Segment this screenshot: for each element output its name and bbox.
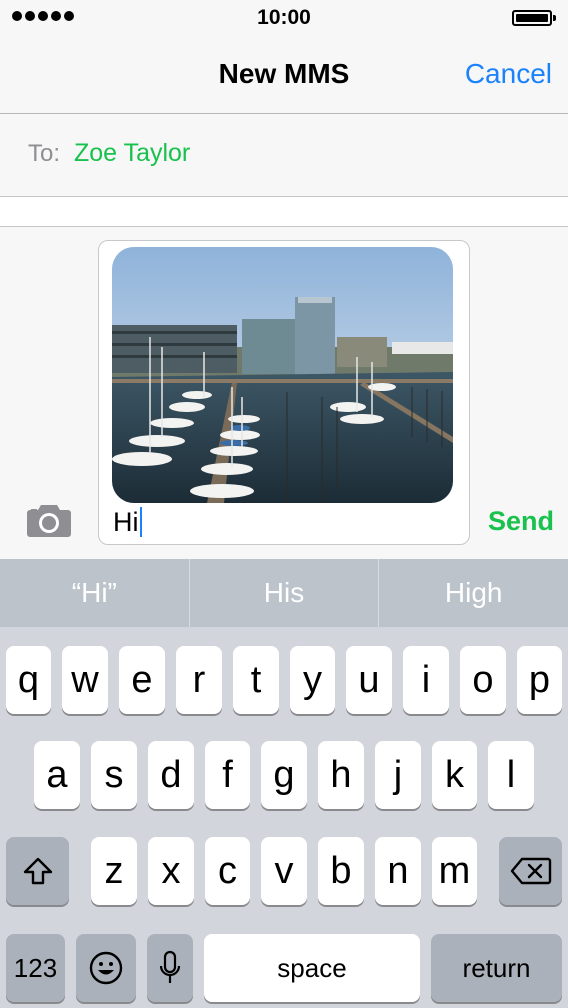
shift-key[interactable] — [6, 837, 69, 905]
key-a[interactable]: a — [34, 741, 80, 809]
key-t[interactable]: t — [233, 646, 279, 714]
key-q[interactable]: q — [6, 646, 51, 714]
return-key[interactable]: return — [431, 934, 562, 1002]
key-p[interactable]: p — [517, 646, 562, 714]
key-j[interactable]: j — [375, 741, 421, 809]
delete-icon — [510, 857, 551, 885]
shift-icon — [23, 857, 52, 885]
send-button[interactable]: Send — [488, 506, 554, 537]
key-u[interactable]: u — [346, 646, 392, 714]
delete-key[interactable] — [499, 837, 562, 905]
dictation-key[interactable] — [147, 934, 193, 1002]
key-v[interactable]: v — [261, 837, 307, 905]
key-b[interactable]: b — [318, 837, 364, 905]
key-f[interactable]: f — [205, 741, 250, 809]
divider-row — [0, 197, 568, 227]
keyboard: q w e r t y u i o p a s d f g h j k l z … — [0, 627, 568, 1008]
key-o[interactable]: o — [460, 646, 506, 714]
key-m[interactable]: m — [432, 837, 477, 905]
key-c[interactable]: c — [205, 837, 250, 905]
suggestion-1[interactable]: “Hi” — [0, 559, 189, 627]
key-n[interactable]: n — [375, 837, 421, 905]
navigation-bar: New MMS Cancel — [0, 36, 568, 114]
suggestion-2[interactable]: His — [190, 559, 379, 627]
battery-icon — [512, 10, 556, 26]
key-w[interactable]: w — [62, 646, 108, 714]
suggestion-3[interactable]: High — [379, 559, 568, 627]
key-z[interactable]: z — [91, 837, 137, 905]
text-cursor — [139, 507, 142, 537]
cancel-button[interactable]: Cancel — [465, 58, 552, 90]
key-x[interactable]: x — [148, 837, 194, 905]
key-l[interactable]: l — [488, 741, 534, 809]
recipient-name[interactable]: Zoe Taylor — [74, 139, 190, 168]
key-g[interactable]: g — [261, 741, 307, 809]
key-k[interactable]: k — [432, 741, 477, 809]
key-s[interactable]: s — [91, 741, 137, 809]
emoji-icon — [89, 951, 123, 985]
message-compose-field[interactable]: Hi — [98, 240, 470, 545]
numbers-key[interactable]: 123 — [6, 934, 65, 1002]
key-y[interactable]: y — [290, 646, 335, 714]
attached-photo[interactable] — [112, 247, 453, 503]
emoji-key[interactable] — [76, 934, 136, 1002]
key-h[interactable]: h — [318, 741, 364, 809]
key-d[interactable]: d — [148, 741, 194, 809]
key-r[interactable]: r — [176, 646, 222, 714]
status-bar: 10:00 — [0, 0, 568, 36]
camera-icon[interactable] — [26, 502, 72, 538]
status-time: 10:00 — [257, 6, 311, 29]
recipient-field[interactable]: To: Zoe Taylor — [0, 114, 568, 197]
key-e[interactable]: e — [119, 646, 165, 714]
space-key[interactable]: space — [204, 934, 420, 1002]
key-i[interactable]: i — [403, 646, 449, 714]
message-text[interactable]: Hi — [113, 507, 142, 538]
predictive-text-bar: “Hi” His High — [0, 559, 568, 627]
microphone-icon — [159, 950, 181, 983]
to-label: To: — [28, 140, 61, 167]
